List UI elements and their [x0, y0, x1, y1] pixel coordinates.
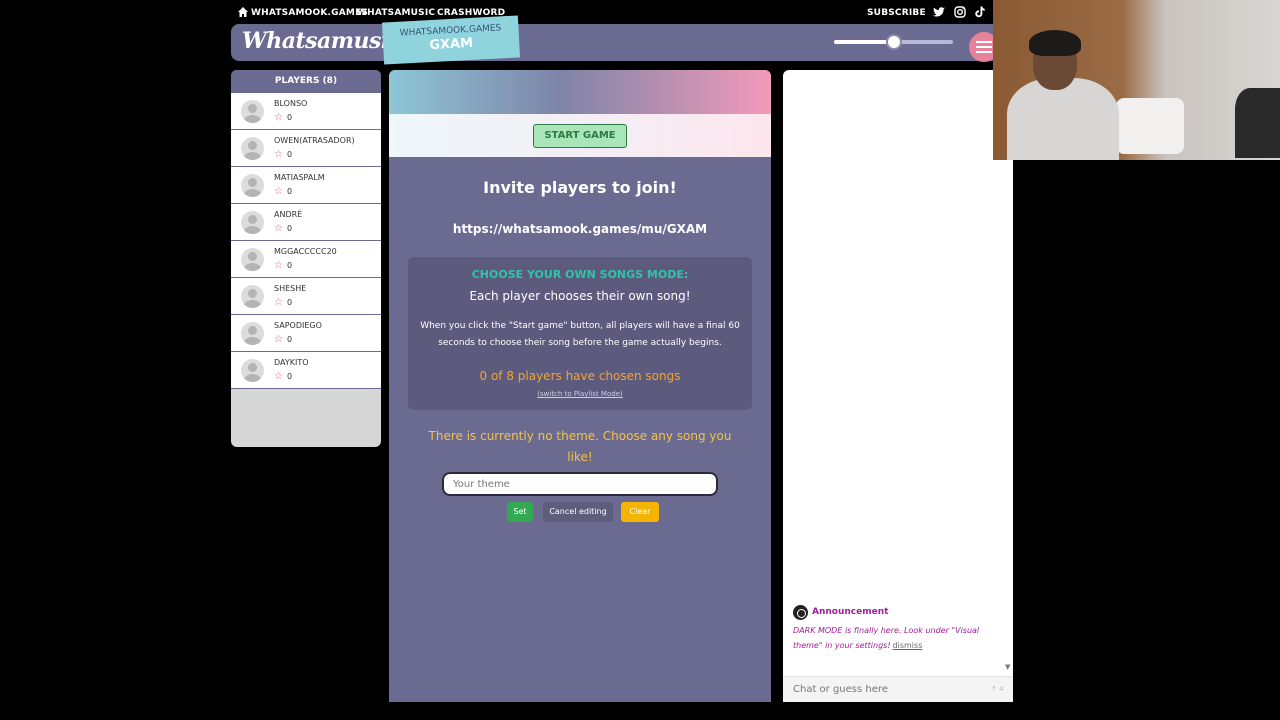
- avatar: [241, 359, 264, 382]
- players-panel: PLAYERS (8) BLONSO ☆ 0 OWEN(ATRASADOR) ☆ 0 M…: [231, 70, 381, 447]
- player-name: ANDRÉ: [274, 210, 303, 219]
- player-score: 0: [287, 372, 293, 381]
- avatar: [241, 211, 264, 234]
- avatar: [241, 174, 264, 197]
- player-name: SHESHE: [274, 284, 307, 293]
- home-icon[interactable]: [238, 7, 248, 17]
- star-icon: ☆: [274, 223, 283, 234]
- mode-subtitle: Each player chooses their own song!: [469, 289, 691, 303]
- player-row[interactable]: SAPODIEGO ☆ 0: [231, 315, 381, 352]
- announcement-icon: [793, 605, 808, 620]
- star-icon: ☆: [274, 334, 283, 345]
- invite-link[interactable]: https://whatsamook.games/mu/GXAM: [389, 222, 771, 236]
- mode-box: CHOOSE YOUR OWN SONGS MODE: Each player …: [408, 257, 752, 410]
- tiktok-icon[interactable]: [974, 6, 986, 18]
- webcam-background: [1116, 98, 1184, 154]
- avatar: [241, 322, 264, 345]
- nav-link-whatsamook[interactable]: WHATSAMOOK.GAMES: [251, 8, 368, 18]
- player-name: SAPODIEGO: [274, 321, 322, 330]
- theme-input[interactable]: [442, 472, 718, 496]
- menu-bar-icon: [976, 46, 992, 48]
- player-name: MATIASPALM: [274, 173, 325, 182]
- gradient-banner: [389, 70, 771, 114]
- star-icon: ☆: [274, 112, 283, 123]
- volume-slider[interactable]: [834, 34, 953, 50]
- webcam-person: [1007, 78, 1119, 160]
- player-name: BLONSO: [274, 99, 308, 108]
- player-score: 0: [287, 335, 293, 344]
- player-row[interactable]: ANDRÉ ☆ 0: [231, 204, 381, 241]
- player-name: OWEN(ATRASADOR): [274, 136, 355, 145]
- player-score: 0: [287, 224, 293, 233]
- volume-knob[interactable]: [885, 34, 902, 50]
- player-row[interactable]: BLONSO ☆ 0: [231, 93, 381, 130]
- game-panel: START GAME Invite players to join! https…: [389, 70, 771, 702]
- star-icon: ☆: [274, 297, 283, 308]
- players-title: PLAYERS (8): [231, 70, 381, 93]
- subscribe-link[interactable]: SUBSCRIBE: [867, 8, 926, 18]
- site-logo[interactable]: Whatsamusic: [242, 28, 402, 54]
- switch-mode-link[interactable]: (switch to Playlist Mode): [408, 390, 752, 398]
- start-game-button[interactable]: START GAME: [533, 124, 627, 148]
- webcam-background: [1235, 88, 1280, 158]
- player-score: 0: [287, 150, 293, 159]
- dismiss-link[interactable]: dismiss: [893, 641, 923, 650]
- songs-chosen-count: 0 of 8 players have chosen songs: [479, 369, 681, 383]
- avatar: [241, 248, 264, 271]
- announcement-body: DARK MODE is finally here. Look under "V…: [793, 623, 993, 653]
- chat-panel: Announcement DARK MODE is finally here. …: [783, 70, 1013, 702]
- instagram-icon[interactable]: [954, 6, 966, 18]
- player-name: DAYKITO: [274, 358, 309, 367]
- player-score: 0: [287, 298, 293, 307]
- player-row[interactable]: OWEN(ATRASADOR) ☆ 0: [231, 130, 381, 167]
- menu-bar-icon: [976, 51, 992, 53]
- player-row[interactable]: SHESHE ☆ 0: [231, 278, 381, 315]
- star-icon: ☆: [274, 371, 283, 382]
- room-code-tag[interactable]: WHATSAMOOK.GAMES GXAM: [381, 15, 521, 65]
- invite-title: Invite players to join!: [483, 178, 677, 197]
- player-score: 0: [287, 113, 293, 122]
- player-row[interactable]: DAYKITO ☆ 0: [231, 352, 381, 389]
- player-name: MGGACCCCC20: [274, 247, 337, 256]
- chat-char-count: ↑ 4: [991, 685, 1004, 693]
- nav-link-whatsamusic[interactable]: WHATSAMUSIC: [357, 8, 435, 18]
- star-icon: ☆: [274, 186, 283, 197]
- volume-fill: [834, 40, 894, 44]
- menu-bar-icon: [976, 41, 992, 43]
- webcam-person: [1029, 30, 1081, 56]
- avatar: [241, 285, 264, 308]
- player-row[interactable]: MATIASPALM ☆ 0: [231, 167, 381, 204]
- webcam-overlay: [993, 0, 1280, 160]
- player-score: 0: [287, 187, 293, 196]
- mode-description: When you click the "Start game" button, …: [420, 321, 740, 348]
- twitter-icon[interactable]: [933, 6, 945, 18]
- clear-button[interactable]: Clear: [621, 502, 659, 522]
- avatar: [241, 100, 264, 123]
- avatar: [241, 137, 264, 160]
- chat-input[interactable]: [783, 676, 1013, 702]
- announcement-title: Announcement: [812, 607, 889, 617]
- player-row[interactable]: MGGACCCCC20 ☆ 0: [231, 241, 381, 278]
- player-score: 0: [287, 261, 293, 270]
- scroll-down-icon[interactable]: ▼: [1005, 663, 1010, 671]
- star-icon: ☆: [274, 149, 283, 160]
- announcement-text: DARK MODE is finally here. Look under "V…: [793, 626, 980, 650]
- star-icon: ☆: [274, 260, 283, 271]
- mode-title: CHOOSE YOUR OWN SONGS MODE:: [471, 268, 689, 281]
- no-theme-message: There is currently no theme. Choose any …: [428, 429, 732, 464]
- set-button[interactable]: Set: [507, 502, 533, 522]
- cancel-editing-button[interactable]: Cancel editing: [543, 502, 613, 522]
